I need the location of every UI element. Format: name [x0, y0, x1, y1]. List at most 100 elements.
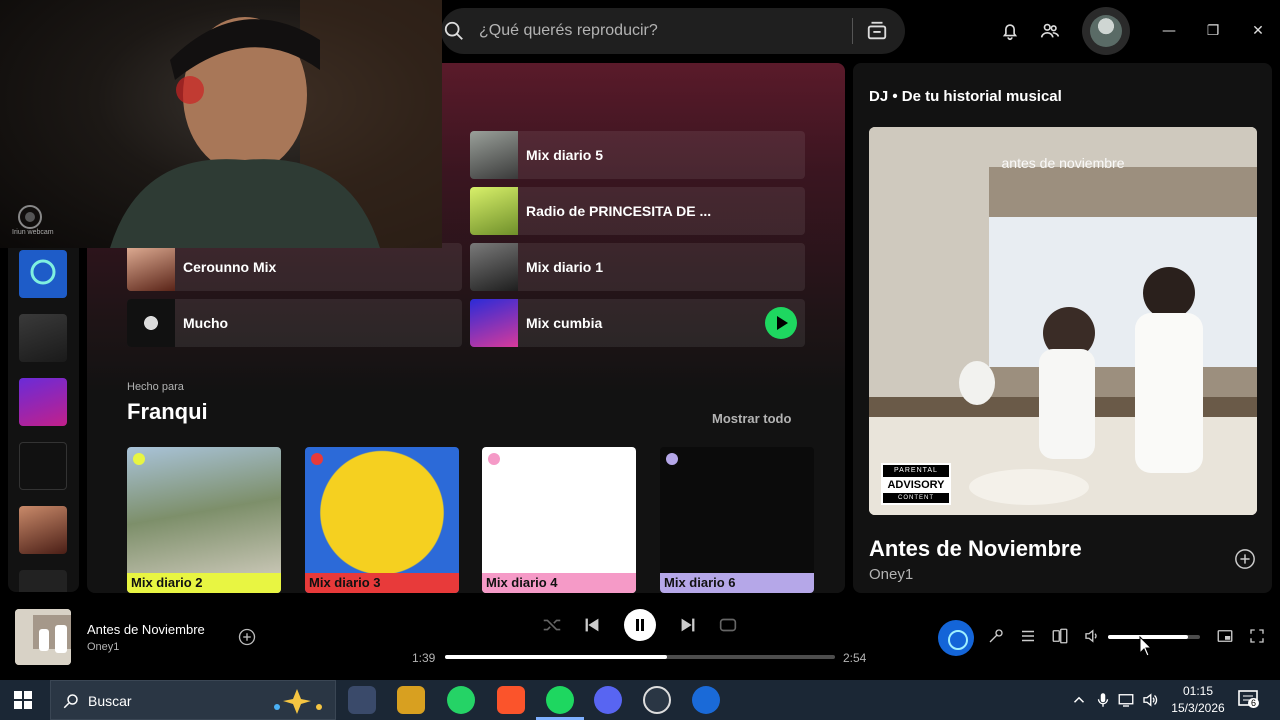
dj-icon — [30, 259, 56, 285]
quick-tile[interactable]: Mix diario 5 — [470, 131, 805, 179]
album-art-scene — [869, 127, 1257, 515]
previous-icon[interactable] — [581, 614, 603, 636]
search-bar[interactable]: ¿Qué querés reproducir? — [441, 8, 905, 54]
mix-diario-1-cover — [470, 243, 518, 291]
friends-icon[interactable] — [1039, 20, 1061, 42]
lyrics-icon[interactable] — [987, 627, 1005, 645]
taskbar-app-brave[interactable] — [497, 686, 525, 714]
quick-tile-label: Cerounno Mix — [183, 259, 277, 275]
repeat-icon[interactable] — [717, 614, 739, 636]
add-to-library-icon[interactable] — [238, 628, 256, 646]
volume-icon[interactable] — [1083, 627, 1101, 645]
shuffle-icon[interactable] — [541, 614, 563, 636]
library-item-more[interactable] — [19, 570, 67, 592]
progress-bar[interactable] — [445, 655, 835, 659]
browse-icon[interactable] — [866, 20, 888, 42]
mix-card[interactable]: Mix diario 6 — [660, 447, 814, 593]
taskbar-clock[interactable]: 01:15 15/3/2026 — [1168, 683, 1228, 717]
library-item-mix-diario-6[interactable] — [19, 314, 67, 362]
show-all-link[interactable]: Mostrar todo — [712, 411, 791, 426]
total-duration: 2:54 — [843, 651, 867, 665]
quick-tile-label: Mucho — [183, 315, 229, 331]
quick-tile[interactable]: Mucho — [127, 299, 462, 347]
library-item-dj[interactable] — [19, 250, 67, 298]
cerounno-mix-cover — [127, 243, 175, 291]
section-title[interactable]: Franqui — [127, 399, 208, 425]
library-item-sin-miedo[interactable] — [19, 442, 67, 490]
quick-tile[interactable]: Cerounno Mix — [127, 243, 462, 291]
microphone-icon[interactable] — [1094, 691, 1112, 709]
volume-slider[interactable] — [1108, 635, 1200, 639]
pause-button[interactable] — [624, 609, 656, 641]
next-icon[interactable] — [677, 614, 699, 636]
mouse-cursor-icon — [1139, 636, 1153, 657]
elapsed-time: 1:39 — [412, 651, 436, 665]
connect-device-icon[interactable] — [1051, 627, 1069, 645]
player-bar: Antes de Noviembre Oney1 1:39 2:54 — [0, 596, 1280, 680]
mix-card-label: Mix diario 6 — [660, 573, 814, 593]
progress-fill — [445, 655, 668, 659]
mix-card-label: Mix diario 2 — [127, 573, 281, 593]
taskbar-app-obs[interactable] — [643, 686, 671, 714]
taskbar: Buscar 01:15 15/3/2026 6 — [0, 680, 1280, 720]
quick-tile[interactable]: Radio de PRINCESITA DE ... — [470, 187, 805, 235]
mix-diario-5-cover — [470, 131, 518, 179]
notification-center-icon[interactable]: 6 — [1238, 690, 1260, 710]
taskbar-app-spotify[interactable] — [546, 686, 574, 714]
quick-tile[interactable]: Mix cumbia — [470, 299, 805, 347]
song-title[interactable]: Antes de Noviembre — [869, 536, 1082, 562]
quick-tile-label: Mix cumbia — [526, 315, 603, 331]
chevron-up-icon[interactable] — [1070, 691, 1088, 709]
mix-card[interactable]: Mix diario 2 — [127, 447, 281, 593]
speaker-icon[interactable] — [1141, 691, 1159, 709]
taskbar-app-shortcut[interactable] — [397, 686, 425, 714]
section-subtitle: Hecho para — [127, 381, 184, 393]
taskbar-app-task-view[interactable] — [348, 686, 376, 714]
restore-icon[interactable]: ❐ — [1202, 20, 1224, 42]
dj-button[interactable] — [938, 620, 974, 656]
network-icon[interactable] — [1117, 691, 1135, 709]
player-song-title[interactable]: Antes de Noviembre — [87, 622, 205, 637]
clock-date: 15/3/2026 — [1171, 701, 1225, 715]
thumbnail-art — [15, 609, 71, 665]
mini-player-icon[interactable] — [1216, 627, 1234, 645]
search-icon — [63, 694, 78, 709]
spotify-badge-icon — [488, 453, 500, 465]
mucho-cover — [127, 299, 175, 347]
taskbar-app-discord[interactable] — [594, 686, 622, 714]
avatar[interactable] — [1082, 7, 1130, 55]
mix-card-label: Mix diario 3 — [305, 573, 459, 593]
taskbar-app-other[interactable] — [692, 686, 720, 714]
parental-advisory-logo: PARENTAL ADVISORY CONTENT — [881, 463, 951, 505]
webcam-overlay: Iriun webcam — [0, 0, 442, 248]
webcam-feed — [110, 0, 442, 248]
webcam-label: Iriun webcam — [12, 229, 54, 236]
taskbar-search-label: Buscar — [88, 693, 132, 709]
player-song-artist[interactable]: Oney1 — [87, 641, 119, 653]
library-item-playlist[interactable] — [19, 378, 67, 426]
quick-tile[interactable]: Mix diario 1 — [470, 243, 805, 291]
add-to-library-icon[interactable] — [1234, 548, 1256, 570]
taskbar-search[interactable]: Buscar — [50, 680, 336, 720]
panel-header[interactable]: DJ • De tu historial musical — [869, 88, 1062, 105]
song-artist[interactable]: Oney1 — [869, 566, 913, 583]
quick-tile-label: Mix diario 1 — [526, 259, 604, 275]
spotify-badge-icon — [133, 453, 145, 465]
search-divider — [852, 18, 853, 44]
bell-icon[interactable] — [999, 20, 1021, 42]
windows-start-icon[interactable] — [14, 691, 32, 709]
library-item-cerounno-mix[interactable] — [19, 506, 67, 554]
quick-tile-label: Mix diario 5 — [526, 147, 604, 163]
close-icon[interactable]: ✕ — [1247, 20, 1269, 42]
search-input[interactable]: ¿Qué querés reproducir? — [479, 22, 658, 40]
queue-icon[interactable] — [1019, 627, 1037, 645]
now-playing-thumbnail[interactable] — [15, 609, 71, 665]
mix-card[interactable]: Mix diario 3 — [305, 447, 459, 593]
album-art-text: antes de noviembre — [1001, 155, 1125, 171]
search-icon — [444, 21, 463, 40]
mix-card[interactable]: Mix diario 4 — [482, 447, 636, 593]
taskbar-app-whatsapp[interactable] — [447, 686, 475, 714]
play-button[interactable] — [765, 307, 797, 339]
minimize-icon[interactable]: — — [1158, 20, 1180, 42]
fullscreen-icon[interactable] — [1248, 627, 1266, 645]
